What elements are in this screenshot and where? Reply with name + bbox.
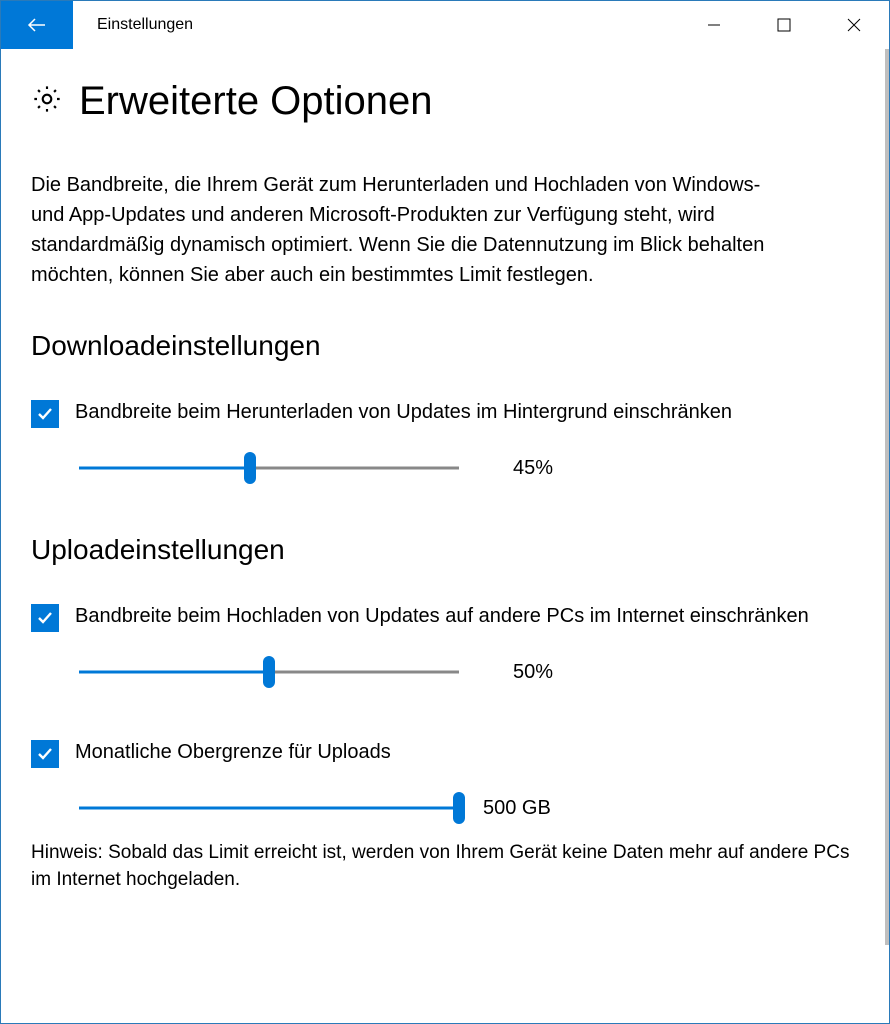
check-icon [35,404,55,424]
upload-cap-value: 500 GB [483,797,551,820]
page-header: Erweiterte Optionen [31,79,853,124]
upload-cap-row: Monatliche Obergrenze für Uploads [31,738,853,768]
upload-limit-slider-row: 50% [79,656,853,688]
slider-thumb[interactable] [244,452,256,484]
window-title: Einstellungen [97,16,679,34]
upload-cap-hint: Hinweis: Sobald das Limit erreicht ist, … [31,840,853,893]
gear-icon [31,83,63,120]
back-button[interactable] [1,1,73,49]
upload-section-title: Uploadeinstellungen [31,534,853,566]
minimize-button[interactable] [679,1,749,49]
close-icon [847,18,861,32]
slider-fill [79,671,269,674]
minimize-icon [707,18,721,32]
close-button[interactable] [819,1,889,49]
slider-fill [79,467,250,470]
download-limit-row: Bandbreite beim Herunterladen von Update… [31,398,853,428]
upload-cap-label[interactable]: Monatliche Obergrenze für Uploads [75,738,391,766]
intro-text: Die Bandbreite, die Ihrem Gerät zum Heru… [31,170,791,290]
content-area: Erweiterte Optionen Die Bandbreite, die … [1,49,883,1023]
slider-thumb[interactable] [263,656,275,688]
upload-cap-slider[interactable] [79,792,459,824]
upload-limit-slider[interactable] [79,656,459,688]
slider-fill [79,807,459,810]
upload-limit-value: 50% [513,661,553,684]
download-limit-checkbox[interactable] [31,400,59,428]
check-icon [35,744,55,764]
download-limit-label[interactable]: Bandbreite beim Herunterladen von Update… [75,398,732,426]
download-limit-slider-row: 45% [79,452,853,484]
scrollbar[interactable] [883,49,889,1023]
upload-limit-checkbox[interactable] [31,604,59,632]
download-limit-slider[interactable] [79,452,459,484]
upload-limit-row: Bandbreite beim Hochladen von Updates au… [31,602,853,632]
upload-cap-checkbox[interactable] [31,740,59,768]
download-limit-value: 45% [513,457,553,480]
download-section-title: Downloadeinstellungen [31,330,853,362]
maximize-icon [777,18,791,32]
upload-cap-slider-row: 500 GB [79,792,853,824]
check-icon [35,608,55,628]
scrollbar-thumb[interactable] [885,49,889,945]
back-arrow-icon [25,13,49,37]
slider-thumb[interactable] [453,792,465,824]
upload-limit-label[interactable]: Bandbreite beim Hochladen von Updates au… [75,602,809,630]
page-title: Erweiterte Optionen [79,79,433,124]
window-controls [679,1,889,49]
titlebar: Einstellungen [1,1,889,49]
maximize-button[interactable] [749,1,819,49]
